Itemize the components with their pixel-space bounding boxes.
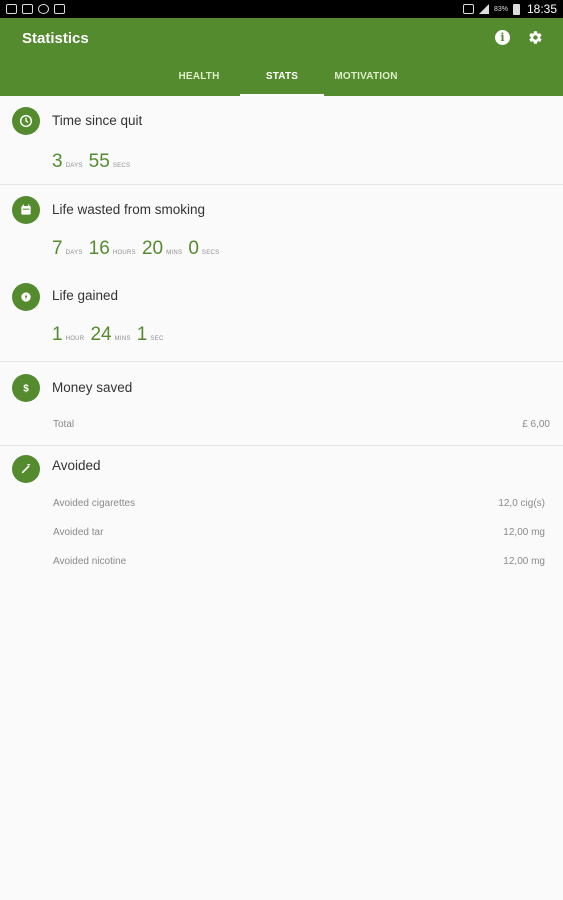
money-total-row: Total £ 6,00 [53, 419, 550, 430]
avoided-nicotine-row: Avoided nicotine 12,00 mg [53, 556, 545, 567]
row-value: £ 6,00 [522, 419, 550, 430]
mins-value: 24 [90, 324, 112, 345]
heart-icon [12, 283, 40, 311]
days-unit: DAYS [65, 250, 83, 256]
calendar-icon [12, 196, 40, 224]
row-label: Total [53, 419, 75, 430]
notification-icon [6, 4, 17, 14]
row-label: Avoided cigarettes [53, 498, 136, 509]
notification-icon [22, 4, 33, 14]
hours-unit: HOURS [112, 250, 136, 256]
life-wasted-values: 7 DAYS 16 HOURS 20 MINS 0 SECS [52, 238, 222, 260]
section-title: Avoided [52, 458, 101, 473]
secs-unit: SECS [201, 250, 220, 256]
app-bar: Statistics i HEALTH STATS MOTIVATION [0, 18, 563, 96]
hour-unit: HOUR [65, 336, 85, 342]
life-wasted-card: Life wasted from smoking 7 DAYS 16 HOURS… [0, 185, 563, 271]
mute-icon [462, 4, 474, 14]
section-title: Money saved [52, 380, 133, 395]
hours-value: 16 [88, 238, 110, 259]
status-bar: 83% 18:35 [0, 0, 563, 18]
svg-text:$: $ [23, 383, 29, 394]
mins-unit: MINS [114, 336, 131, 342]
days-value: 7 [52, 238, 63, 259]
hour-value: 1 [52, 324, 63, 345]
money-saved-card: $ Money saved Total £ 6,00 [0, 362, 563, 446]
dollar-icon: $ [12, 374, 40, 402]
clock-time: 18:35 [526, 2, 557, 16]
row-value: 12,0 cig(s) [498, 498, 545, 509]
sec-unit: SEC [150, 336, 164, 342]
section-title: Time since quit [52, 113, 143, 128]
sec-value: 1 [136, 324, 148, 345]
clock-icon [12, 107, 40, 135]
tab-motivation[interactable]: MOTIVATION [324, 58, 408, 96]
life-gained-values: 1 HOUR 24 MINS 1 SEC [52, 324, 167, 346]
secs-value: 0 [188, 238, 199, 259]
avoided-tar-row: Avoided tar 12,00 mg [53, 527, 545, 538]
page-title: Statistics [22, 30, 89, 47]
section-title: Life wasted from smoking [52, 202, 206, 217]
section-title: Life gained [52, 288, 119, 303]
life-gained-card: Life gained 1 HOUR 24 MINS 1 SEC [0, 271, 563, 362]
row-value: 12,00 mg [503, 527, 545, 538]
row-value: 12,00 mg [503, 556, 545, 567]
days-value: 3 [52, 151, 63, 172]
days-unit: DAYS [65, 163, 83, 169]
secs-unit: SECS [112, 163, 131, 169]
info-icon[interactable]: i [495, 30, 510, 45]
tab-bar: HEALTH STATS MOTIVATION [0, 58, 563, 96]
battery-icon [512, 3, 520, 15]
tab-health[interactable]: HEALTH [158, 58, 240, 96]
secs-value: 55 [88, 151, 110, 172]
gear-icon[interactable] [528, 30, 543, 45]
row-label: Avoided nicotine [53, 556, 127, 567]
avoided-cigarettes-row: Avoided cigarettes 12,0 cig(s) [53, 498, 545, 509]
notification-icon [54, 4, 65, 14]
row-label: Avoided tar [53, 527, 104, 538]
mins-value: 20 [141, 238, 164, 259]
tab-stats[interactable]: STATS [240, 58, 324, 96]
time-since-quit-values: 3 DAYS 55 SECS [52, 151, 133, 173]
cigarette-icon [12, 455, 40, 483]
mins-unit: MINS [166, 250, 183, 256]
battery-percent: 83% [493, 5, 508, 13]
notification-icon [38, 4, 49, 14]
wifi-icon [478, 4, 489, 14]
time-since-quit-card: Time since quit 3 DAYS 55 SECS [0, 96, 563, 185]
avoided-card: Avoided Avoided cigarettes 12,0 cig(s) A… [0, 446, 563, 586]
